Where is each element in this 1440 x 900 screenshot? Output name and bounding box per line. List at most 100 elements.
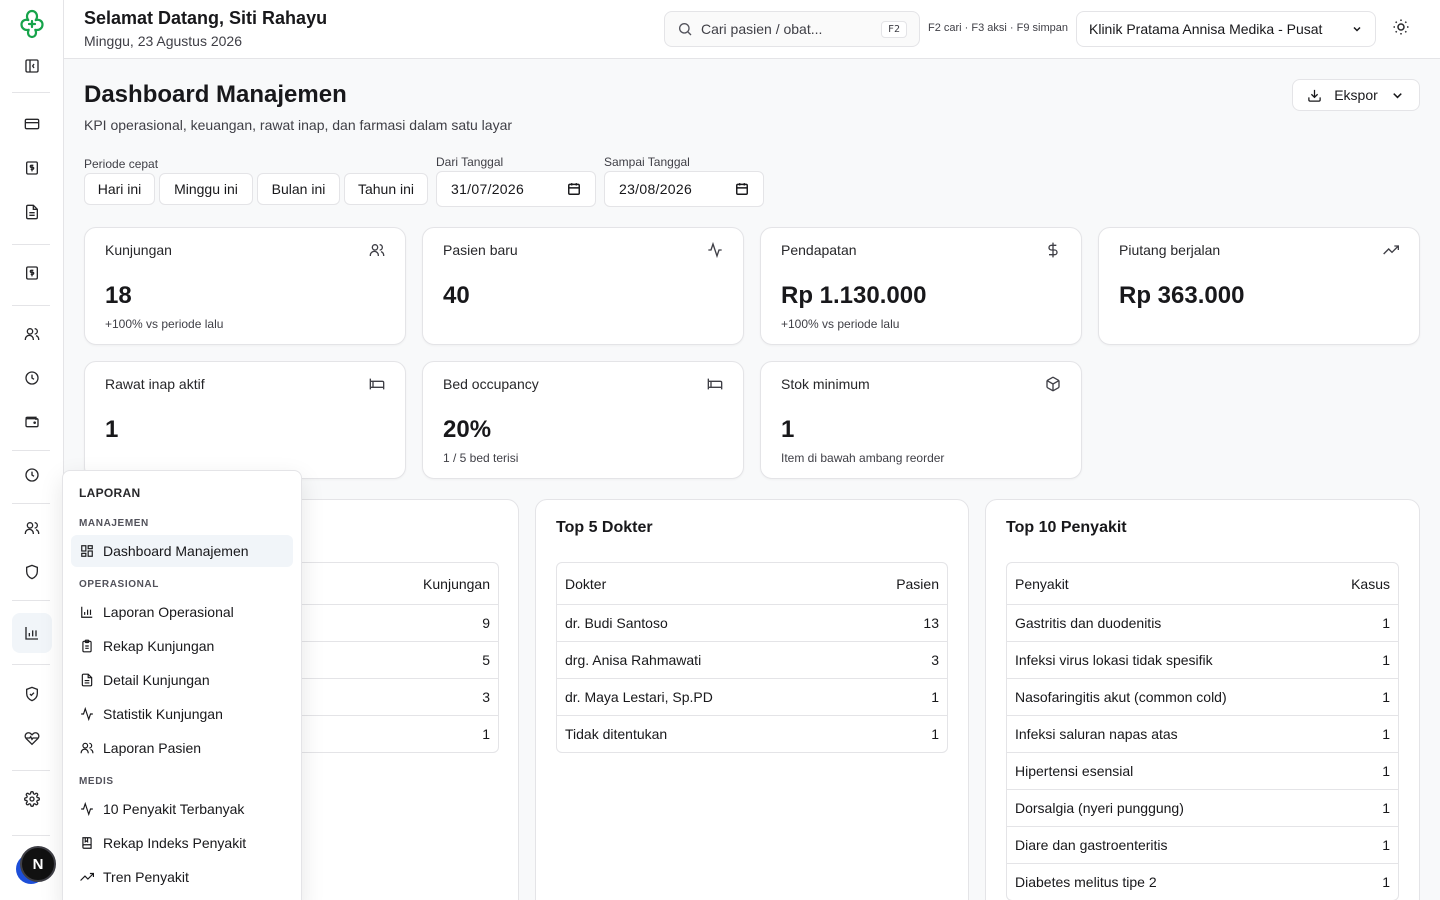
kpi-label: Pasien baru	[443, 242, 518, 258]
menu-item-label: Detail Kunjungan	[103, 672, 210, 688]
cell-value: 3	[931, 652, 939, 668]
search-input[interactable]: Cari pasien / obat... F2	[664, 11, 920, 47]
cell-value: 1	[1382, 800, 1390, 816]
sidebar-divider	[12, 244, 50, 245]
to-date-input[interactable]: 23/08/2026	[604, 171, 764, 207]
from-date-input[interactable]: 31/07/2026	[436, 171, 596, 207]
sidebar-item-queue[interactable]	[12, 358, 52, 398]
sidebar-item-insurance[interactable]	[12, 674, 52, 714]
cell-value: 9	[482, 615, 490, 631]
calendar-icon	[568, 183, 580, 195]
to-date-value: 23/08/2026	[619, 181, 693, 197]
kpi-sub: +100% vs periode lalu	[105, 317, 224, 331]
cell-value: 1	[1382, 837, 1390, 853]
cell-value: 1	[1382, 652, 1390, 668]
menu-item-top-diseases[interactable]: 10 Penyakit Terbanyak	[71, 793, 293, 825]
sidebar-divider	[12, 305, 50, 306]
sidebar: N	[0, 0, 64, 900]
table-header: Dokter Pasien	[557, 563, 947, 604]
kpi-card-revenue: Pendapatan Rp 1.130.000 +100% vs periode…	[760, 227, 1082, 345]
sidebar-item-billing[interactable]	[12, 104, 52, 144]
shield-icon	[26, 564, 38, 580]
sidebar-item-security[interactable]	[12, 552, 52, 592]
quick-today-button[interactable]: Hari ini	[84, 173, 155, 205]
sidebar-item-wallet[interactable]	[12, 402, 52, 442]
sidebar-item-reports[interactable]	[12, 613, 52, 653]
cell-name: dr. Budi Santoso	[565, 615, 668, 631]
activity-icon	[708, 242, 722, 258]
sidebar-item-staff[interactable]	[12, 508, 52, 548]
cell-value: 1	[931, 689, 939, 705]
quick-week-button[interactable]: Minggu ini	[159, 173, 253, 205]
menu-item-operational-report[interactable]: Laporan Operasional	[71, 596, 293, 628]
sidebar-divider	[12, 600, 50, 601]
export-label: Ekspor	[1334, 87, 1378, 103]
sidebar-item-documents[interactable]	[12, 192, 52, 232]
clinic-select-value: Klinik Pratama Annisa Medika - Pusat	[1089, 21, 1323, 37]
dashboard-icon	[81, 545, 93, 557]
quick-period-label: Periode cepat	[84, 157, 159, 171]
table-row: Infeksi virus lokasi tidak spesifik 1	[1007, 641, 1398, 678]
avatar: N	[20, 846, 56, 882]
page-subtitle: KPI operasional, keuangan, rawat inap, d…	[84, 117, 513, 133]
menu-item-label: Statistik Kunjungan	[103, 706, 223, 722]
to-date-label: Sampai Tanggal	[604, 155, 690, 169]
sidebar-divider	[12, 770, 50, 771]
menu-item-label: 10 Penyakit Terbanyak	[103, 801, 245, 817]
menu-item-label: Laporan Pasien	[103, 740, 202, 756]
greeting: Selamat Datang, Siti Rahayu	[84, 8, 328, 28]
kpi-value: 18	[105, 282, 132, 309]
cell-name: Diare dan gastroenteritis	[1015, 837, 1168, 853]
bar-chart-icon	[25, 627, 38, 640]
sidebar-divider	[12, 92, 50, 93]
menu-item-patient-report[interactable]: Laporan Pasien	[71, 732, 293, 764]
cell-value: 1	[1382, 874, 1390, 890]
sidebar-toggle-button[interactable]	[12, 46, 52, 86]
clinic-select[interactable]: Klinik Pratama Annisa Medika - Pusat	[1076, 11, 1376, 47]
panel-left-icon	[25, 59, 39, 73]
kpi-sub: 1 / 5 bed terisi	[443, 451, 519, 465]
cell-value: 5	[482, 652, 490, 668]
sidebar-item-settings[interactable]	[12, 779, 52, 819]
trending-up-icon	[1383, 245, 1399, 255]
top-header: Selamat Datang, Siti Rahayu Minggu, 23 A…	[64, 0, 1440, 59]
quick-month-button[interactable]: Bulan ini	[257, 173, 340, 205]
table-row: Dorsalgia (nyeri punggung) 1	[1007, 789, 1398, 826]
quick-year-button[interactable]: Tahun ini	[344, 173, 428, 205]
table-row: dr. Maya Lestari, Sp.PD 1	[557, 678, 947, 715]
theme-toggle-button[interactable]	[1392, 18, 1414, 40]
menu-section-title: MEDIS	[79, 776, 114, 787]
col-header: Kunjungan	[423, 575, 490, 592]
table-row: Diabetes melitus tipe 2 1	[1007, 863, 1398, 900]
users-icon	[369, 244, 385, 256]
users-icon	[80, 742, 94, 754]
table-row: Gastritis dan duodenitis 1	[1007, 604, 1398, 641]
table-row: Tidak ditentukan 1	[557, 715, 947, 752]
menu-item-disease-index[interactable]: Rekap Indeks Penyakit	[71, 827, 293, 859]
users-icon	[24, 328, 40, 340]
menu-item-visit-statistics[interactable]: Statistik Kunjungan	[71, 698, 293, 730]
menu-heading: LAPORAN	[79, 486, 141, 500]
table-row: Infeksi saluran napas atas 1	[1007, 715, 1398, 752]
sidebar-item-payments[interactable]	[12, 148, 52, 188]
export-button[interactable]: Ekspor	[1292, 79, 1420, 111]
kpi-card-min-stock: Stok minimum 1 Item di bawah ambang reor…	[760, 361, 1082, 479]
col-header: Penyakit	[1015, 575, 1069, 592]
user-avatar-button[interactable]: N	[14, 842, 58, 886]
kpi-value: Rp 1.130.000	[781, 282, 927, 309]
sidebar-item-health[interactable]	[12, 718, 52, 758]
sidebar-item-history[interactable]	[12, 455, 52, 495]
file-text-icon	[26, 204, 38, 220]
sidebar-item-cashier[interactable]	[12, 253, 52, 293]
shield-check-icon	[26, 686, 38, 702]
sidebar-item-patients[interactable]	[12, 314, 52, 354]
kpi-value: 1	[105, 416, 119, 443]
kpi-value: 20%	[443, 416, 492, 443]
menu-item-dashboard[interactable]: Dashboard Manajemen	[71, 535, 293, 567]
menu-item-visit-recap[interactable]: Rekap Kunjungan	[71, 630, 293, 662]
menu-item-visit-detail[interactable]: Detail Kunjungan	[71, 664, 293, 696]
table-row: dr. Budi Santoso 13	[557, 604, 947, 641]
menu-item-disease-trend[interactable]: Tren Penyakit	[71, 861, 293, 893]
panel-top-diseases: Top 10 Penyakit Penyakit Kasus Gastritis …	[985, 499, 1420, 900]
cell-value: 1	[482, 726, 490, 742]
